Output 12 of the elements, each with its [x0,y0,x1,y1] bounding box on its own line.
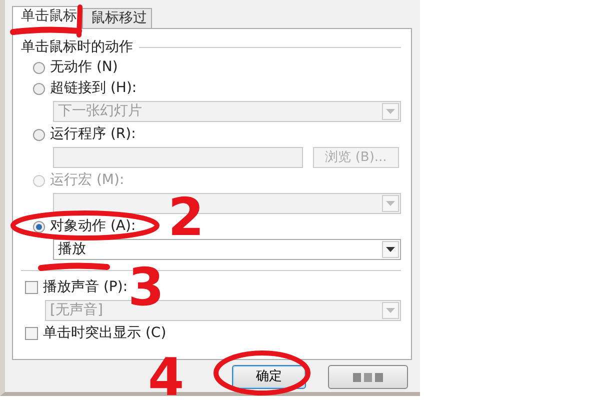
group-title: 单击鼠标时的动作 [21,38,133,56]
radio-label: 无动作 (N) [50,58,118,77]
ok-button[interactable]: 确定 [232,365,306,389]
radio-label: 运行宏 (M): [50,171,124,190]
dropdown[interactable]: 播放 [53,239,401,260]
tab[interactable]: 鼠标移过 [82,8,152,28]
annotation-number: 4 [148,352,184,400]
radio-label: 运行程序 (R): [50,125,136,144]
radio-label: 对象动作 (A): [50,217,136,236]
radio-label: 超链接到 (H): [50,79,137,98]
checkbox-label: 播放声音 (P): [43,278,128,297]
checkbox-label: 单击时突出显示 (C) [43,324,166,343]
